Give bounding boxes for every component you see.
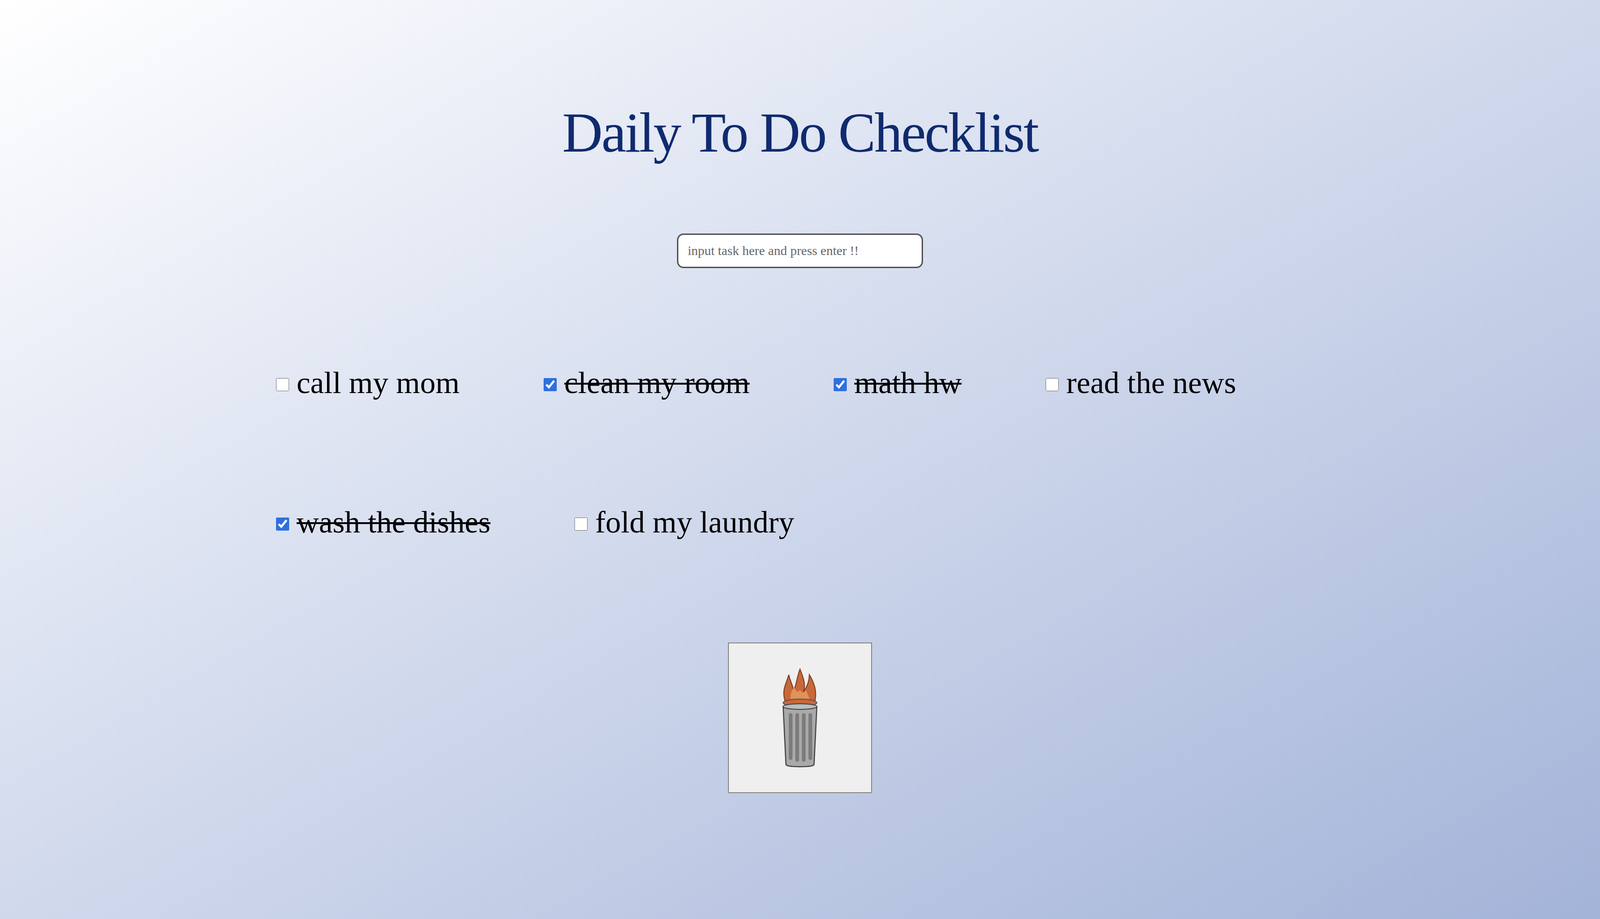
task-checkbox[interactable]	[276, 378, 290, 392]
task-item[interactable]: clean my room	[543, 363, 750, 402]
task-item[interactable]: read the news	[1045, 363, 1237, 402]
task-label: math hw	[854, 363, 962, 401]
task-label: fold my laundry	[595, 503, 794, 541]
task-item[interactable]: wash the dishes	[276, 503, 491, 541]
task-label: clean my room	[564, 363, 750, 401]
task-item[interactable]: math hw	[833, 363, 962, 402]
checklist-page: Daily To Do Checklist call my mom clean my…	[0, 0, 1600, 919]
task-item[interactable]: call my mom	[276, 363, 460, 402]
task-label: read the news	[1066, 363, 1237, 401]
page-title: Daily To Do Checklist	[562, 99, 1038, 167]
task-checkbox[interactable]	[1045, 378, 1059, 392]
task-checkbox[interactable]	[543, 378, 557, 392]
task-item[interactable]: fold my laundry	[574, 503, 794, 541]
task-checkbox[interactable]	[574, 517, 588, 531]
task-list: call my mom clean my room math hw read the …	[276, 363, 1324, 541]
task-label: call my mom	[296, 363, 460, 401]
task-label: wash the dishes	[296, 503, 491, 541]
delete-checked-button[interactable]	[727, 642, 873, 793]
task-checkbox[interactable]	[276, 517, 290, 531]
burning-trash-icon	[771, 661, 829, 774]
task-checkbox[interactable]	[833, 378, 847, 392]
task-input[interactable]	[676, 233, 924, 269]
